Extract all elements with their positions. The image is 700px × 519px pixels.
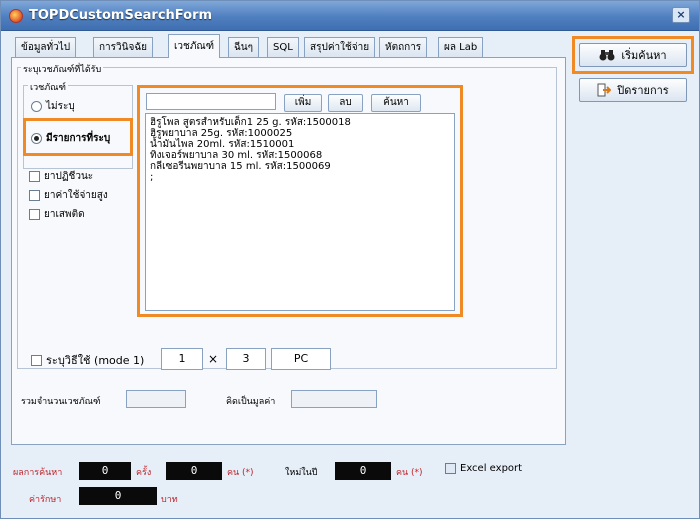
check-narcotics-label: ยาเสพติด bbox=[44, 209, 85, 220]
checkbox bbox=[31, 354, 42, 366]
usage-unit-field[interactable]: PC bbox=[271, 348, 331, 370]
radio-specified-items-label: มีรายการที่ระบุ bbox=[46, 133, 111, 144]
window-title: TOPDCustomSearchForm bbox=[29, 8, 213, 23]
list-item[interactable]: กลีเซอรีนพยาบาล 15 ml. รหัส:1500069 bbox=[150, 161, 450, 172]
visits-unit: ครั้ง bbox=[136, 468, 152, 478]
list-item[interactable]: ฮิรูพยาบาล 25g. รหัส:1000025 bbox=[150, 128, 450, 139]
usage-value-field[interactable]: 3 bbox=[226, 348, 266, 370]
radio-dot-checked bbox=[31, 133, 42, 144]
drug-search-input[interactable] bbox=[146, 93, 276, 110]
check-antibiotics[interactable]: ยาปฏิชีวนะ bbox=[29, 169, 93, 184]
tab-sql[interactable]: SQL bbox=[267, 37, 299, 57]
check-narcotics[interactable]: ยาเสพติด bbox=[29, 207, 85, 222]
check-usage-mode[interactable]: ระบุวิธีใช้ (mode 1) bbox=[31, 351, 144, 369]
people-unit: คน (*) bbox=[227, 468, 254, 478]
search-form-window: TOPDCustomSearchForm × ข้อมูลทั่วไป การว… bbox=[0, 0, 700, 519]
tab-diagnosis[interactable]: การวินิจฉัย bbox=[93, 37, 154, 57]
delete-button[interactable]: ลบ bbox=[328, 94, 363, 112]
total-drugs-field bbox=[126, 390, 186, 408]
currency-unit: บาท bbox=[161, 495, 178, 505]
radio-dot bbox=[31, 101, 42, 112]
excel-export-label: Excel export bbox=[460, 463, 523, 474]
new-people-unit: คน (*) bbox=[396, 468, 423, 478]
treatment-cost-label: ค่ารักษา bbox=[29, 495, 62, 505]
add-button[interactable]: เพิ่ม bbox=[284, 94, 322, 112]
tab-expense-summary[interactable]: สรุปค่าใช้จ่าย bbox=[304, 37, 376, 57]
search-results-label: ผลการค้นหา bbox=[13, 468, 63, 478]
drug-type-group-title: เวชภัณฑ์ bbox=[28, 80, 68, 94]
list-item[interactable]: ทิงเจอร์พยาบาล 30 ml. รหัส:1500068 bbox=[150, 150, 450, 161]
checkbox bbox=[29, 190, 40, 201]
check-usage-mode-label: ระบุวิธีใช้ (mode 1) bbox=[46, 354, 145, 367]
radio-specified-items[interactable]: มีรายการที่ระบุ bbox=[31, 131, 110, 146]
usage-qty-field[interactable]: 1 bbox=[161, 348, 203, 370]
start-search-button[interactable]: เริ่มค้นหา bbox=[579, 43, 687, 67]
result-count-people: 0 bbox=[166, 462, 222, 480]
list-item[interactable]: น้ำมันไพล 20ml. รหัส:1510001 bbox=[150, 139, 450, 150]
tab-general[interactable]: ข้อมูลทั่วไป bbox=[15, 37, 77, 57]
app-icon bbox=[9, 9, 23, 23]
check-high-cost-label: ยาค่าใช้จ่ายสูง bbox=[44, 190, 108, 201]
drug-list[interactable]: ฮิรูโพล สูตรสำหรับเด็ก1 25 g. รหัส:15000… bbox=[145, 113, 455, 311]
start-search-label: เริ่มค้นหา bbox=[621, 49, 667, 62]
radio-not-specified-label: ไม่ระบุ bbox=[46, 101, 75, 112]
result-count-new: 0 bbox=[335, 462, 391, 480]
list-item[interactable]: ฮิรูโพล สูตรสำหรับเด็ก1 25 g. รหัส:15000… bbox=[150, 117, 450, 128]
total-value-label: คิดเป็นมูลค่า bbox=[226, 397, 276, 407]
times-sign: × bbox=[208, 352, 219, 366]
radio-not-specified[interactable]: ไม่ระบุ bbox=[31, 99, 75, 114]
tab-drugs[interactable]: เวชภัณฑ์ bbox=[168, 34, 220, 58]
result-count-visits: 0 bbox=[79, 462, 131, 480]
checkbox bbox=[29, 209, 40, 220]
checkbox bbox=[445, 463, 456, 474]
tab-other[interactable]: ฉีนๆ bbox=[228, 37, 260, 57]
tab-procedures[interactable]: หัตถการ bbox=[379, 37, 428, 57]
list-item[interactable]: ; bbox=[150, 172, 450, 183]
close-list-label: ปิดรายการ bbox=[617, 84, 669, 97]
exit-icon bbox=[597, 83, 612, 97]
drug-group-title: ระบุเวชภัณฑ์ที่ได้รับ bbox=[21, 62, 104, 76]
treatment-cost-value: 0 bbox=[79, 487, 157, 505]
check-antibiotics-label: ยาปฏิชีวนะ bbox=[44, 171, 94, 182]
close-button[interactable]: × bbox=[672, 7, 690, 23]
checkbox bbox=[29, 171, 40, 182]
close-list-button[interactable]: ปิดรายการ bbox=[579, 78, 687, 102]
new-in-year-label: ใหม่ในปี bbox=[285, 468, 318, 478]
total-drugs-label: รวมจำนวนเวชภัณฑ์ bbox=[21, 397, 101, 407]
check-high-cost[interactable]: ยาค่าใช้จ่ายสูง bbox=[29, 188, 108, 203]
tab-lab-results[interactable]: ผล Lab bbox=[438, 37, 484, 57]
title-bar[interactable]: TOPDCustomSearchForm × bbox=[1, 1, 699, 31]
binoculars-icon bbox=[599, 50, 615, 61]
total-value-field bbox=[291, 390, 377, 408]
drug-type-group bbox=[23, 85, 133, 169]
find-button[interactable]: ค้นหา bbox=[371, 94, 421, 112]
excel-export-checkbox[interactable]: Excel export bbox=[445, 463, 522, 474]
